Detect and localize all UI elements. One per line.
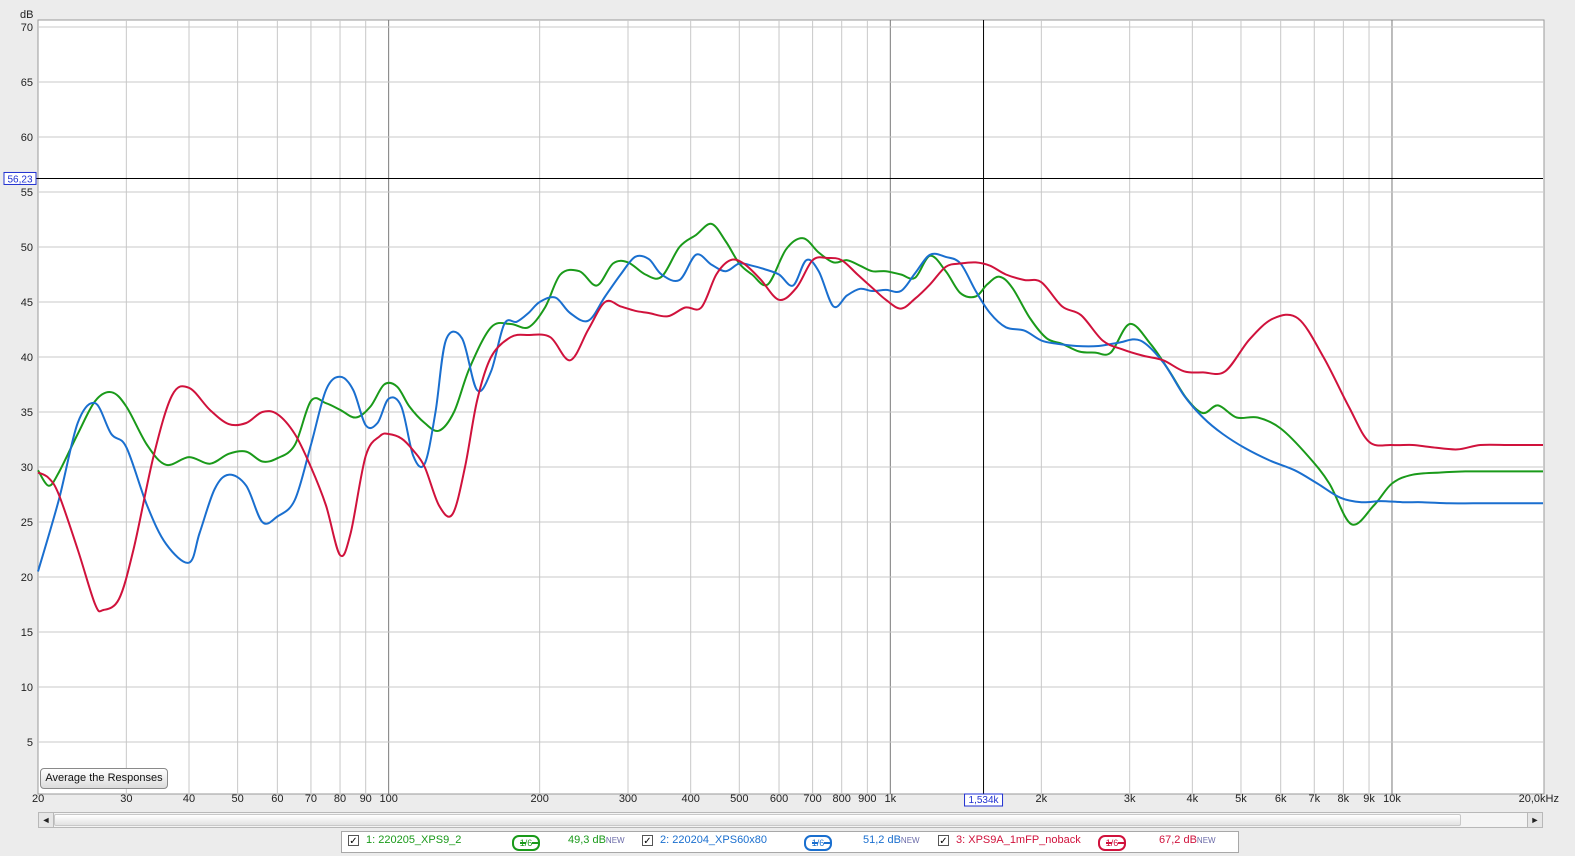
legend-series-name: 3: XPS9A_1mFP_noback <box>956 834 1081 846</box>
checkbox-icon[interactable]: ✓ <box>938 835 949 847</box>
x-tick-label: 800 <box>833 793 851 805</box>
legend-level: 51,2 dBNEW <box>863 834 920 846</box>
x-tick-label: 80 <box>334 793 346 805</box>
x-tick-label: 20 <box>32 793 44 805</box>
checkbox-icon[interactable]: ✓ <box>348 835 359 847</box>
x-tick-label: 2k <box>1036 793 1048 805</box>
cursor-x-readout: 1,534k <box>969 795 1000 806</box>
x-tick-label: 500 <box>730 793 748 805</box>
legend-new-tag: NEW <box>1196 836 1216 845</box>
frequency-response-chart[interactable]: 56,23 1,534k dB 20 30 40 50 60 70 80 90 100 200 300… <box>0 0 1575 810</box>
x-tick-label: 1k <box>885 793 897 805</box>
average-responses-button[interactable]: Average the Responses <box>40 768 168 789</box>
x-tick-label: 600 <box>770 793 788 805</box>
checkbox-icon[interactable]: ✓ <box>642 835 653 847</box>
legend-series-name: 1: 220205_XPS9_2 <box>366 834 462 846</box>
scroll-thumb[interactable] <box>54 814 1461 826</box>
legend-series-name: 2: 220204_XPS60x80 <box>660 834 768 846</box>
x-tick-label: 6k <box>1275 793 1287 805</box>
y-tick-label: 65 <box>21 77 33 89</box>
smoothing-badge[interactable]: 1/6 <box>1098 835 1126 851</box>
x-tick-label: 900 <box>858 793 876 805</box>
legend-level: 67,2 dBNEW <box>1159 834 1216 846</box>
y-tick-label: 45 <box>21 297 33 309</box>
x-tick-label: 90 <box>360 793 372 805</box>
y-tick-label: 55 <box>21 187 33 199</box>
x-tick-label: 700 <box>803 793 821 805</box>
x-tick-label: 20,0kHz <box>1519 793 1559 805</box>
legend-new-tag: NEW <box>900 836 920 845</box>
y-axis-label: dB <box>20 9 33 21</box>
cursor-y-readout: 56,23 <box>7 174 32 185</box>
x-tick-label: 50 <box>232 793 244 805</box>
y-tick-label: 25 <box>21 517 33 529</box>
legend-level-value: 51,2 dB <box>863 834 901 846</box>
y-tick-label: 30 <box>21 462 33 474</box>
x-tick-label: 200 <box>530 793 548 805</box>
measurement-legend: ✓ 1: 220205_XPS9_2 1/6 49,3 dBNEW ✓ 2: 2… <box>341 831 1239 853</box>
legend-level: 49,3 dBNEW <box>568 834 625 846</box>
x-tick-label: 100 <box>379 793 397 805</box>
x-tick-label: 9k <box>1363 793 1375 805</box>
y-tick-label: 5 <box>27 737 33 749</box>
x-tick-label: 10k <box>1383 793 1401 805</box>
y-tick-label: 15 <box>21 627 33 639</box>
y-tick-label: 40 <box>21 352 33 364</box>
legend-new-tag: NEW <box>605 836 625 845</box>
scroll-left-arrow-icon[interactable]: ◄ <box>39 813 54 827</box>
x-tick-label: 400 <box>682 793 700 805</box>
legend-level-value: 67,2 dB <box>1159 834 1197 846</box>
x-tick-label: 70 <box>305 793 317 805</box>
smoothing-badge[interactable]: 1/6 <box>512 835 540 851</box>
y-tick-label: 10 <box>21 682 33 694</box>
x-tick-label: 300 <box>619 793 637 805</box>
x-tick-label: 7k <box>1308 793 1320 805</box>
x-tick-label: 3k <box>1124 793 1136 805</box>
x-tick-label: 5k <box>1235 793 1247 805</box>
scroll-right-arrow-icon[interactable]: ► <box>1527 813 1542 827</box>
smoothing-badge[interactable]: 1/6 <box>804 835 832 851</box>
legend-level-value: 49,3 dB <box>568 834 606 846</box>
y-tick-label: 50 <box>21 242 33 254</box>
y-tick-label: 60 <box>21 132 33 144</box>
x-tick-label: 60 <box>271 793 283 805</box>
plot-background <box>37 19 1545 795</box>
x-tick-label: 4k <box>1187 793 1199 805</box>
x-tick-label: 8k <box>1338 793 1350 805</box>
y-tick-label: 20 <box>21 572 33 584</box>
horizontal-scrollbar[interactable]: ◄ ► <box>38 812 1543 828</box>
y-tick-label: 70 <box>21 22 33 34</box>
y-tick-label: 35 <box>21 407 33 419</box>
x-tick-label: 40 <box>183 793 195 805</box>
x-tick-label: 30 <box>120 793 132 805</box>
